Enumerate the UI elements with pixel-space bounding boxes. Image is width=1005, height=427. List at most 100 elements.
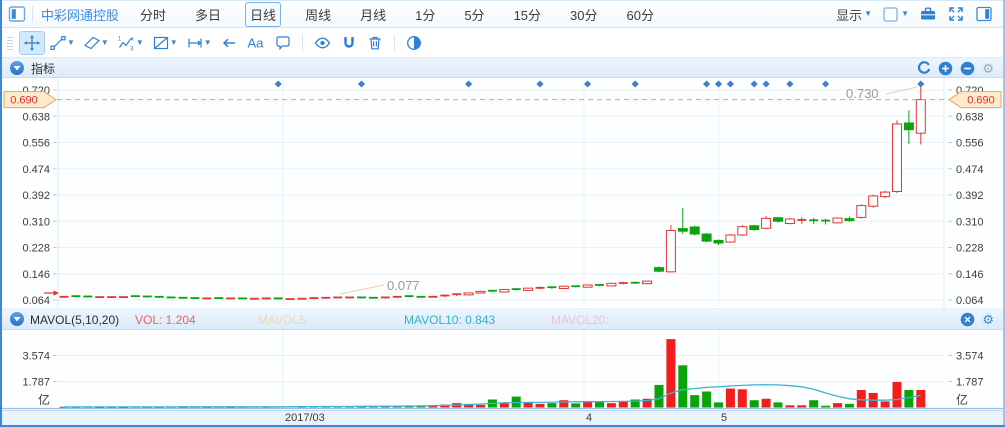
volume-bar xyxy=(607,403,616,407)
collapse-panel-icon[interactable] xyxy=(10,61,24,75)
candle xyxy=(607,283,616,286)
event-marker-icon[interactable] xyxy=(917,81,924,88)
toolbox-icon[interactable] xyxy=(919,5,937,23)
candle xyxy=(464,293,473,295)
candle xyxy=(857,206,866,218)
measure-tool-button[interactable]: ▼ xyxy=(182,31,216,55)
candlestick-chart[interactable]: 0.7200.7200.6380.6380.5560.5560.4740.474… xyxy=(0,78,1005,308)
chevron-down-icon: ▼ xyxy=(101,39,109,47)
price-tick-label: 0.638 xyxy=(22,111,50,123)
volume-bar xyxy=(714,402,723,407)
zoom-in-icon[interactable] xyxy=(938,61,953,76)
candle xyxy=(714,240,723,243)
top-bar-right: 显示 ▼ ▼ xyxy=(836,5,993,24)
svg-text:3: 3 xyxy=(130,47,134,53)
period-tab-30分[interactable]: 30分 xyxy=(565,2,602,27)
current-price-value: 0.690 xyxy=(967,95,995,107)
back-arrow-button[interactable] xyxy=(216,31,242,55)
candle xyxy=(762,218,771,228)
price-tick-label: 0.556 xyxy=(22,138,50,150)
window-border-left xyxy=(0,0,2,427)
candle xyxy=(893,124,902,192)
trash-button[interactable] xyxy=(362,31,388,55)
event-marker-icon[interactable] xyxy=(584,81,591,88)
event-marker-icon[interactable] xyxy=(715,81,722,88)
channel-tool-button[interactable]: ▼ xyxy=(79,31,113,55)
candle xyxy=(690,227,699,234)
divider xyxy=(394,34,395,52)
pan-tool-button[interactable] xyxy=(19,31,45,55)
refresh-icon[interactable] xyxy=(917,61,931,75)
price-tick-label: 0.392 xyxy=(956,190,984,202)
period-tab-周线[interactable]: 周线 xyxy=(300,2,336,27)
event-marker-icon[interactable] xyxy=(703,81,710,88)
volume-bar xyxy=(595,402,604,408)
candle xyxy=(726,235,735,242)
volume-chart[interactable]: 3.5743.5741.7871.787亿亿 xyxy=(0,330,1005,410)
collapse-panel-icon[interactable] xyxy=(10,312,24,326)
event-marker-icon[interactable] xyxy=(275,81,282,88)
stock-symbol[interactable]: 中彩网通控股 xyxy=(41,5,119,24)
date-label: 4 xyxy=(586,412,592,425)
volume-tick-label: 1.787 xyxy=(956,376,984,388)
volume-bar xyxy=(750,400,759,407)
event-marker-icon[interactable] xyxy=(632,81,639,88)
close-icon[interactable] xyxy=(960,312,975,327)
period-tab-60分[interactable]: 60分 xyxy=(622,2,659,27)
wave-tool-button[interactable]: 13 ▼ xyxy=(113,31,148,55)
event-marker-icon[interactable] xyxy=(763,81,770,88)
drawing-toolbar: ▼ ▼ 13 ▼ ▼ ▼ Aa xyxy=(2,29,1003,58)
candle xyxy=(916,100,925,134)
gear-icon[interactable]: ⚙ xyxy=(982,62,994,75)
fullscreen-icon[interactable] xyxy=(947,5,965,23)
event-marker-icon[interactable] xyxy=(465,81,472,88)
candle xyxy=(845,219,854,221)
event-marker-icon[interactable] xyxy=(727,81,734,88)
period-tab-多日[interactable]: 多日 xyxy=(190,2,226,27)
comment-tool-button[interactable] xyxy=(270,31,296,55)
period-tab-15分[interactable]: 15分 xyxy=(509,2,546,27)
chart-style-dropdown[interactable]: ▼ xyxy=(882,6,909,23)
price-tick-label: 0.146 xyxy=(956,269,984,281)
volume-bar xyxy=(916,390,925,408)
pattern-tool-button[interactable]: ▼ xyxy=(148,31,182,55)
volume-unit-label: 亿 xyxy=(956,392,968,407)
sidebar-toggle-icon[interactable] xyxy=(975,5,993,23)
period-tabs: 分时多日日线周线月线 1分 5分 15分 30分 60分 xyxy=(135,2,659,27)
event-marker-icon[interactable] xyxy=(358,81,365,88)
volume-bar xyxy=(774,402,783,407)
volume-bar xyxy=(762,399,771,408)
text-tool-button[interactable]: Aa xyxy=(242,31,270,55)
layout-icon[interactable] xyxy=(8,5,26,23)
candle xyxy=(476,291,485,293)
trend-line-tool-button[interactable]: ▼ xyxy=(45,31,79,55)
zoom-out-icon[interactable] xyxy=(960,61,975,76)
mavol10-line xyxy=(64,385,921,407)
period-tab-5分[interactable]: 5分 xyxy=(459,2,489,27)
contrast-toggle-button[interactable] xyxy=(401,31,427,55)
eye-toggle-button[interactable] xyxy=(309,31,336,55)
mavol-title[interactable]: MAVOL(5,10,20) xyxy=(30,309,119,331)
gear-icon[interactable]: ⚙ xyxy=(982,313,994,326)
date-label: 2017/03 xyxy=(285,412,325,425)
period-tab-1分[interactable]: 1分 xyxy=(410,2,440,27)
price-tick-label: 0.064 xyxy=(956,295,984,307)
display-dropdown[interactable]: 显示 ▼ xyxy=(836,5,872,24)
toolbar-grip-handle[interactable] xyxy=(5,34,15,52)
chevron-down-icon: ▼ xyxy=(67,39,75,47)
event-marker-icon[interactable] xyxy=(536,81,543,88)
date-label: 5 xyxy=(721,412,727,425)
volume-bar xyxy=(666,339,675,407)
chevron-down-icon: ▼ xyxy=(204,39,212,47)
period-tab-月线[interactable]: 月线 xyxy=(355,2,391,27)
period-tab-分时[interactable]: 分时 xyxy=(135,2,171,27)
period-tab-日线[interactable]: 日线 xyxy=(245,2,281,27)
chevron-down-icon: ▼ xyxy=(170,39,178,47)
event-marker-icon[interactable] xyxy=(822,81,829,88)
date-axis: 2017/03 4 5 xyxy=(2,410,1003,425)
magnet-toggle-button[interactable] xyxy=(336,31,362,55)
event-marker-icon[interactable] xyxy=(751,81,758,88)
event-marker-icon[interactable] xyxy=(786,81,793,88)
candle xyxy=(643,281,652,284)
volume-bar xyxy=(476,405,485,408)
